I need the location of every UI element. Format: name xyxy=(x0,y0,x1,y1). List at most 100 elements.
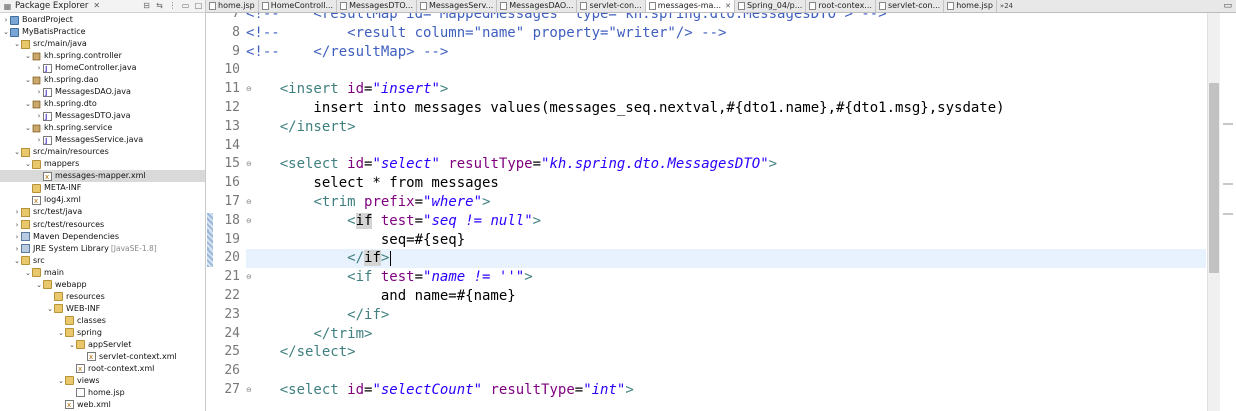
collapse-arrow-icon[interactable]: › xyxy=(35,86,43,98)
tree-item[interactable]: ⌄ kh.spring.service xyxy=(0,122,112,134)
tree-item[interactable]: › MessagesService.java xyxy=(0,134,144,147)
tree-item[interactable]: › src/test/java xyxy=(0,206,82,218)
editor-tab[interactable]: home.jsp xyxy=(206,0,259,12)
code-line[interactable]: <if test="name != ''"> xyxy=(246,268,1206,287)
expand-arrow-icon[interactable]: ⌄ xyxy=(24,74,32,86)
tree-item[interactable]: ⌄ src/main/java xyxy=(0,38,87,50)
tree-item[interactable]: messages-mapper.xml xyxy=(0,170,205,183)
collapse-arrow-icon[interactable]: › xyxy=(13,206,21,218)
editor-tab[interactable]: servlet-con... xyxy=(577,0,646,12)
collapse-arrow-icon[interactable]: › xyxy=(35,134,43,146)
editor-tab[interactable]: messages-ma... ✕ xyxy=(645,0,735,12)
tree-item[interactable]: web.xml xyxy=(0,399,111,411)
current-code-line[interactable]: </if> xyxy=(246,249,1206,269)
minimize-icon[interactable]: ▭ xyxy=(181,1,190,10)
tab-overflow-indicator[interactable]: »24 xyxy=(997,0,1016,12)
expand-arrow-icon[interactable]: ⌄ xyxy=(57,375,65,387)
tree-item[interactable]: home.jsp xyxy=(0,387,125,399)
tree-item[interactable]: ⌄ main xyxy=(0,267,64,279)
code-line[interactable]: </trim> xyxy=(246,325,1206,344)
expand-arrow-icon[interactable]: ⌄ xyxy=(2,26,10,38)
tree-item[interactable]: ⌄ kh.spring.dto xyxy=(0,98,97,110)
tree-item[interactable]: ⌄ spring xyxy=(0,327,102,339)
maximize-icon[interactable]: □ xyxy=(194,1,203,10)
scrollbar-thumb[interactable] xyxy=(1209,83,1219,273)
tree-item[interactable]: ⌄ MyBatisPractice xyxy=(0,26,86,38)
code-area[interactable]: <!-- <resultMap id="MappedMessages" type… xyxy=(246,13,1206,411)
collapse-arrow-icon[interactable]: › xyxy=(13,243,21,255)
close-icon[interactable]: ✕ xyxy=(93,0,100,12)
code-line[interactable] xyxy=(246,362,1206,381)
code-line[interactable]: <trim prefix="where"> xyxy=(246,193,1206,212)
collapse-arrow-icon[interactable]: › xyxy=(13,231,21,243)
collapse-arrow-icon[interactable]: › xyxy=(13,219,21,231)
tree-item[interactable]: › MessagesDTO.java xyxy=(0,110,131,123)
package-explorer-tab[interactable]: ▦ Package Explorer ✕ xyxy=(3,0,100,12)
tree-item[interactable]: root-context.xml xyxy=(0,363,154,375)
editor-tab[interactable]: servlet-con... xyxy=(876,0,945,12)
overview-marker[interactable] xyxy=(1223,213,1233,215)
editor-tab[interactable]: MessagesDAO... xyxy=(497,0,578,12)
code-line[interactable]: <!-- </resultMap> --> xyxy=(246,43,1206,62)
code-line[interactable]: <if test="seq != null"> xyxy=(246,212,1206,231)
code-line[interactable]: </if> xyxy=(246,306,1206,325)
expand-arrow-icon[interactable]: ⌄ xyxy=(24,122,32,134)
expand-arrow-icon[interactable]: ⌄ xyxy=(68,339,76,351)
editor-tab[interactable]: Spring_04/p... xyxy=(735,0,807,12)
expand-arrow-icon[interactable]: ⌄ xyxy=(24,158,32,170)
code-line[interactable]: <select id="select" resultType="kh.sprin… xyxy=(246,155,1206,174)
tree-item[interactable]: ⌄ webapp xyxy=(0,279,87,291)
code-line[interactable]: select * from messages xyxy=(246,174,1206,193)
code-line[interactable] xyxy=(246,61,1206,80)
editor-tab[interactable]: MessagesServ... xyxy=(417,0,498,12)
expand-arrow-icon[interactable]: ⌄ xyxy=(24,98,32,110)
expand-arrow-icon[interactable]: ⌄ xyxy=(57,327,65,339)
tree-item[interactable]: ⌄ kh.spring.controller xyxy=(0,50,122,62)
collapse-arrow-icon[interactable]: › xyxy=(35,110,43,122)
expand-arrow-icon[interactable]: ⌄ xyxy=(24,50,32,62)
tree-item[interactable]: ⌄ kh.spring.dao xyxy=(0,74,99,86)
editor-tab[interactable]: home.jsp xyxy=(944,0,997,12)
code-line[interactable] xyxy=(246,137,1206,156)
tree-item[interactable]: classes xyxy=(0,315,106,327)
expand-arrow-icon[interactable]: ⌄ xyxy=(46,303,54,315)
expand-arrow-icon[interactable]: ⌄ xyxy=(13,146,21,158)
tree-item[interactable]: servlet-context.xml xyxy=(0,351,177,363)
tree-item[interactable]: ⌄ mappers xyxy=(0,158,79,170)
tree-item[interactable]: ⌄ src xyxy=(0,255,45,267)
minimize-editor-icon[interactable]: ▭ xyxy=(1219,0,1236,12)
tree-item[interactable]: › MessagesDAO.java xyxy=(0,86,131,99)
editor-tab[interactable]: MessagesDTO... xyxy=(337,0,417,12)
tree-item[interactable]: › HomeController.java xyxy=(0,62,137,75)
code-line[interactable]: seq=#{seq} xyxy=(246,231,1206,250)
tree-item[interactable]: ⌄ views xyxy=(0,375,100,387)
tree-item[interactable]: › JRE System Library [JavaSE-1.8] xyxy=(0,243,157,255)
collapse-all-icon[interactable]: ⊟ xyxy=(142,1,151,10)
tree-item[interactable]: › src/test/resources xyxy=(0,219,104,231)
vertical-scrollbar[interactable] xyxy=(1207,13,1220,411)
code-line[interactable]: <insert id="insert"> xyxy=(246,80,1206,99)
expand-arrow-icon[interactable]: ⌄ xyxy=(24,267,32,279)
collapse-arrow-icon[interactable]: › xyxy=(2,14,10,26)
link-with-editor-icon[interactable]: ⇆ xyxy=(155,1,164,10)
editor-tab[interactable]: HomeControll... xyxy=(259,0,338,12)
expand-arrow-icon[interactable]: ⌄ xyxy=(13,38,21,50)
overview-marker[interactable] xyxy=(1223,123,1233,125)
tree-item[interactable]: META-INF xyxy=(0,182,81,194)
code-line[interactable]: <!-- <resultMap id="MappedMessages" type… xyxy=(246,13,1206,24)
overview-marker[interactable] xyxy=(1223,183,1233,185)
close-tab-icon[interactable]: ✕ xyxy=(725,0,731,12)
view-menu-icon[interactable]: ⋮ xyxy=(168,1,177,10)
code-editor[interactable]: 7 8 9 10 11 ⊖ 12 13 14 15 ⊖ 16 17 ⊖ 18 ⊖ 19 20 21 ⊖ 22 23 24 25… xyxy=(206,13,1236,411)
code-line[interactable]: <!-- <result column="name" property="wri… xyxy=(246,24,1206,43)
tree-item[interactable]: ⌄ appServlet xyxy=(0,339,131,351)
code-line[interactable]: insert into messages values(messages_seq… xyxy=(246,99,1206,118)
tree-item[interactable]: ⌄ WEB-INF xyxy=(0,303,100,315)
tree-item[interactable]: › Maven Dependencies xyxy=(0,231,119,243)
tree-item[interactable]: log4j.xml xyxy=(0,194,81,207)
code-line[interactable]: <select id="selectCount" resultType="int… xyxy=(246,381,1206,400)
tree-item[interactable]: › BoardProject xyxy=(0,14,73,26)
editor-tab[interactable]: root-contex... xyxy=(806,0,876,12)
collapse-arrow-icon[interactable]: › xyxy=(35,62,43,74)
code-line[interactable]: </insert> xyxy=(246,118,1206,137)
